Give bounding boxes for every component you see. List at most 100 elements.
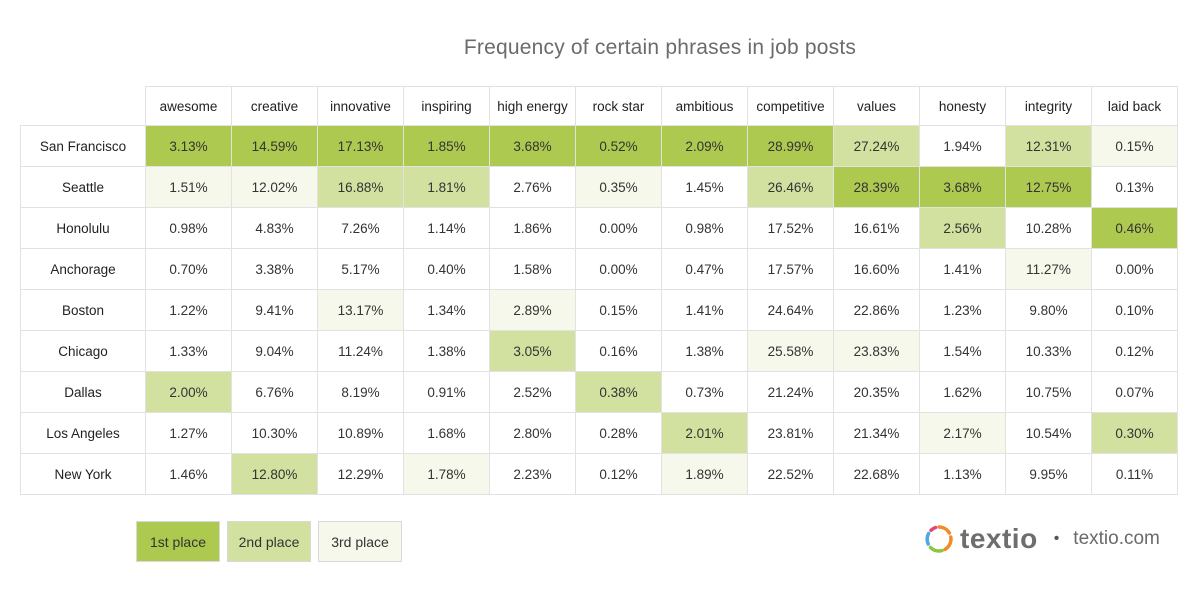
frequency-cell: 1.41% — [919, 248, 1006, 290]
frequency-cell: 12.02% — [231, 166, 318, 208]
frequency-cell: 20.35% — [833, 371, 920, 413]
frequency-cell: 27.24% — [833, 125, 920, 167]
frequency-cell: 12.75% — [1005, 166, 1092, 208]
row-header-city: Anchorage — [20, 248, 146, 290]
frequency-cell: 10.54% — [1005, 412, 1092, 454]
column-header: ambitious — [661, 86, 748, 126]
frequency-cell: 1.68% — [403, 412, 490, 454]
frequency-cell: 22.68% — [833, 453, 920, 495]
frequency-cell: 0.00% — [1091, 248, 1178, 290]
frequency-cell: 0.16% — [575, 330, 662, 372]
frequency-cell: 11.27% — [1005, 248, 1092, 290]
legend-third-place: 3rd place — [318, 521, 402, 562]
frequency-cell: 9.95% — [1005, 453, 1092, 495]
frequency-cell: 10.89% — [317, 412, 404, 454]
frequency-cell: 1.62% — [919, 371, 1006, 413]
frequency-cell: 17.52% — [747, 207, 834, 249]
textio-url-link[interactable]: textio.com — [1073, 528, 1160, 550]
separator-dot: • — [1053, 530, 1060, 547]
row-header-city: Boston — [20, 289, 146, 331]
frequency-cell: 0.28% — [575, 412, 662, 454]
table-row: New York 1.46% 12.80% 12.29% 1.78% 2.23% 0.12%… — [20, 453, 1178, 495]
frequency-cell: 1.89% — [661, 453, 748, 495]
frequency-cell: 2.76% — [489, 166, 576, 208]
frequency-cell: 2.56% — [919, 207, 1006, 249]
frequency-cell: 0.10% — [1091, 289, 1178, 331]
frequency-cell: 8.19% — [317, 371, 404, 413]
frequency-cell: 12.29% — [317, 453, 404, 495]
frequency-cell: 10.28% — [1005, 207, 1092, 249]
frequency-cell: 22.52% — [747, 453, 834, 495]
column-header: honesty — [919, 86, 1006, 126]
frequency-cell: 2.52% — [489, 371, 576, 413]
frequency-cell: 0.11% — [1091, 453, 1178, 495]
frequency-cell: 3.68% — [919, 166, 1006, 208]
frequency-cell: 1.34% — [403, 289, 490, 331]
frequency-cell: 1.94% — [919, 125, 1006, 167]
frequency-cell: 12.31% — [1005, 125, 1092, 167]
frequency-cell: 0.47% — [661, 248, 748, 290]
table-row: Anchorage 0.70% 3.38% 5.17% 0.40% 1.58% 0.00% 0… — [20, 248, 1178, 290]
frequency-cell: 5.17% — [317, 248, 404, 290]
frequency-cell: 1.38% — [661, 330, 748, 372]
column-header: high energy — [489, 86, 576, 126]
frequency-cell: 4.83% — [231, 207, 318, 249]
legend-second-place: 2nd place — [227, 521, 311, 562]
frequency-cell: 21.24% — [747, 371, 834, 413]
column-header: rock star — [575, 86, 662, 126]
frequency-cell: 1.51% — [145, 166, 232, 208]
textio-branding: textio • textio.com — [924, 523, 1160, 555]
frequency-cell: 0.00% — [575, 248, 662, 290]
textio-ring-logo-icon — [925, 525, 953, 553]
frequency-cell: 2.89% — [489, 289, 576, 331]
frequency-cell: 14.59% — [231, 125, 318, 167]
column-header: awesome — [145, 86, 232, 126]
frequency-cell: 9.80% — [1005, 289, 1092, 331]
frequency-cell: 24.64% — [747, 289, 834, 331]
frequency-cell: 23.81% — [747, 412, 834, 454]
textio-wordmark: textio — [960, 523, 1038, 554]
frequency-cell: 2.00% — [145, 371, 232, 413]
frequency-cell: 1.33% — [145, 330, 232, 372]
table-row: San Francisco 3.13% 14.59% 17.13% 1.85% 3.68%… — [20, 125, 1178, 167]
column-header: laid back — [1091, 86, 1178, 126]
frequency-cell: 12.80% — [231, 453, 318, 495]
column-header-row: awesome creative innovative inspiring high e… — [21, 86, 1178, 126]
frequency-cell: 1.78% — [403, 453, 490, 495]
frequency-cell: 10.75% — [1005, 371, 1092, 413]
table-row: Chicago 1.33% 9.04% 11.24% 1.38% 3.05% 0.16% 1.… — [20, 330, 1178, 372]
frequency-cell: 16.60% — [833, 248, 920, 290]
frequency-cell: 0.00% — [575, 207, 662, 249]
frequency-cell: 9.04% — [231, 330, 318, 372]
chart-title: Frequency of certain phrases in job post… — [463, 36, 857, 59]
table-row: Boston 1.22% 9.41% 13.17% 1.34% 2.89% 0.15% 1.4… — [20, 289, 1178, 331]
frequency-cell: 6.76% — [231, 371, 318, 413]
frequency-cell: 7.26% — [317, 207, 404, 249]
frequency-cell: 28.99% — [747, 125, 834, 167]
frequency-cell: 0.70% — [145, 248, 232, 290]
frequency-cell: 3.13% — [145, 125, 232, 167]
frequency-cell: 0.98% — [145, 207, 232, 249]
table-body: San Francisco 3.13% 14.59% 17.13% 1.85% 3.68%… — [20, 125, 1178, 495]
frequency-cell: 2.01% — [661, 412, 748, 454]
table-row: Dallas 2.00% 6.76% 8.19% 0.91% 2.52% 0.38% 0.73… — [20, 371, 1178, 413]
table-row: Seattle 1.51% 12.02% 16.88% 1.81% 2.76% 0.35% 1… — [20, 166, 1178, 208]
frequency-cell: 1.46% — [145, 453, 232, 495]
frequency-cell: 1.13% — [919, 453, 1006, 495]
frequency-cell: 23.83% — [833, 330, 920, 372]
frequency-cell: 3.05% — [489, 330, 576, 372]
row-header-city: Dallas — [20, 371, 146, 413]
frequency-cell: 0.46% — [1091, 207, 1178, 249]
frequency-cell: 1.22% — [145, 289, 232, 331]
frequency-cell: 25.58% — [747, 330, 834, 372]
row-header-city: Chicago — [20, 330, 146, 372]
frequency-cell: 22.86% — [833, 289, 920, 331]
frequency-cell: 2.23% — [489, 453, 576, 495]
row-header-city: Seattle — [20, 166, 146, 208]
frequency-cell: 1.27% — [145, 412, 232, 454]
row-header-city: San Francisco — [20, 125, 146, 167]
frequency-cell: 13.17% — [317, 289, 404, 331]
frequency-cell: 21.34% — [833, 412, 920, 454]
frequency-cell: 16.88% — [317, 166, 404, 208]
frequency-cell: 16.61% — [833, 207, 920, 249]
